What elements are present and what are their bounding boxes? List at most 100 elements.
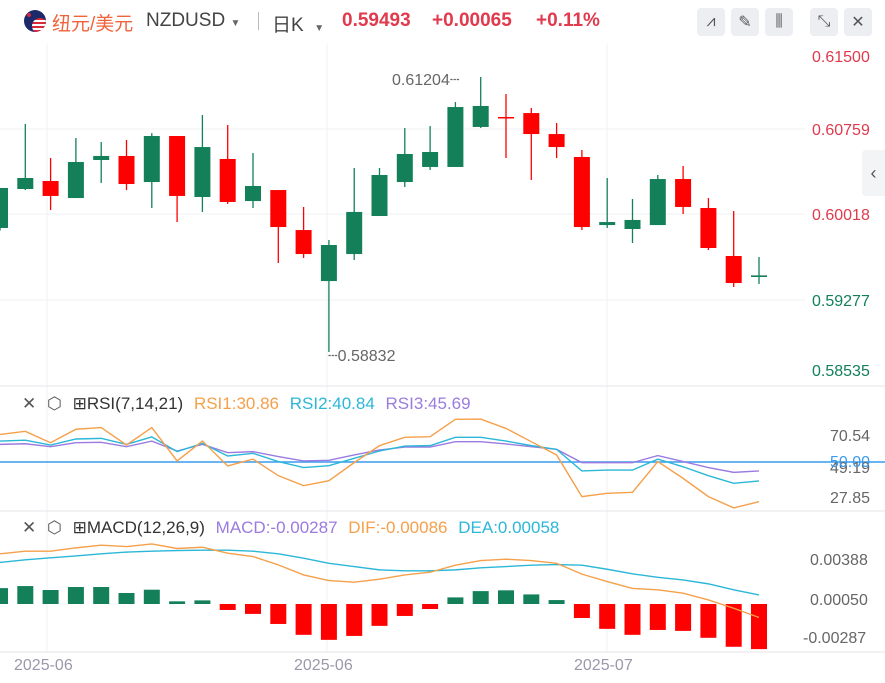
macd-histogram-bar <box>573 604 590 618</box>
price-axis-label: 0.61500 <box>812 49 870 66</box>
macd-histogram-bar <box>143 589 160 604</box>
candle-body <box>624 219 641 229</box>
settings-icon[interactable]: ⬡ <box>47 518 62 537</box>
period-selector[interactable]: 日K ▼ <box>272 10 324 37</box>
macd-axis-label: -0.00287 <box>803 630 867 647</box>
candle-body <box>346 211 363 255</box>
rsi2-value: RSI2:40.84 <box>289 394 375 413</box>
close-icon[interactable]: ✕ <box>22 394 36 413</box>
candle <box>346 168 363 260</box>
candle <box>700 198 717 250</box>
candle-type-button[interactable]: ⫼ <box>765 8 793 36</box>
macd-title: MACD(12,26,9) <box>86 518 205 537</box>
price-change-pct: +0.11% <box>536 10 600 31</box>
symbol-label: NZDUSD <box>146 10 226 31</box>
macd-histogram-bar <box>194 600 211 604</box>
macd-axis-label: 0.00050 <box>810 592 868 609</box>
candle-body <box>245 185 261 202</box>
candle <box>422 126 439 170</box>
candle <box>245 153 261 209</box>
macd-histogram-bar <box>320 604 337 640</box>
collapse-icon: ⤡ <box>817 13 831 30</box>
macd-histogram-bar <box>17 586 34 604</box>
candle-body <box>295 230 312 255</box>
macd-histogram-bar <box>346 604 363 636</box>
macd-histogram-bar <box>700 604 717 638</box>
price-axis-label: 0.60018 <box>812 207 870 224</box>
macd-histogram-bar <box>42 590 59 604</box>
candle <box>725 211 742 287</box>
dea-line <box>0 549 760 596</box>
macd-histogram-bar <box>396 604 413 616</box>
candle <box>143 133 160 209</box>
rsi-axis-mid: 50.00 <box>830 454 871 471</box>
candle <box>396 128 413 188</box>
candle-body <box>649 179 666 226</box>
candle <box>447 102 464 167</box>
candle <box>0 187 8 231</box>
candle <box>42 158 59 210</box>
candle <box>371 168 388 217</box>
candle-body <box>523 113 540 135</box>
chevron-left-icon: ‹ <box>870 162 877 183</box>
dea-value: DEA:0.00058 <box>458 518 560 537</box>
candle-body <box>422 152 439 167</box>
candle <box>472 77 489 129</box>
side-panel-toggle[interactable]: ‹ <box>862 150 885 196</box>
chevron-down-icon: ▼ <box>230 18 241 29</box>
candle <box>649 174 666 226</box>
macd-histogram-bar <box>472 591 489 604</box>
rsi-header: ✕ ⬡ ⊞RSI(7,14,21) RSI1:30.86 RSI2:40.84 … <box>22 394 471 414</box>
candle-body <box>396 153 413 183</box>
expand-icon[interactable]: ⊞ <box>73 518 87 537</box>
price-axis-label: 0.60759 <box>812 122 870 139</box>
candle-body <box>498 117 514 119</box>
macd-axis-label: 0.00388 <box>810 552 868 569</box>
close-button[interactable]: ✕ <box>844 8 872 36</box>
rsi-axis-max: 70.54 <box>830 428 871 445</box>
macd-histogram-bar <box>649 604 666 630</box>
macd-histogram-bar <box>270 604 287 624</box>
macd-histogram-bar <box>295 604 312 635</box>
price-axis-label: 0.59277 <box>812 293 870 310</box>
macd-histogram-bar <box>624 604 641 635</box>
draw-button[interactable]: ✎ <box>731 8 759 36</box>
chart-canvas[interactable] <box>0 0 885 683</box>
draw-icon: ✎ <box>738 14 752 31</box>
candle-body <box>725 256 742 284</box>
pair-name-cn: 纽元/美元 <box>52 14 134 35</box>
rsi1-value: RSI1:30.86 <box>193 394 279 413</box>
expand-icon[interactable]: ⊞ <box>73 394 87 413</box>
macd-histogram-bar <box>422 604 439 610</box>
macd-histogram-bar <box>67 587 84 604</box>
rsi-title: RSI(7,14,21) <box>86 394 184 413</box>
candle <box>548 123 565 159</box>
candle-body <box>93 155 110 161</box>
indicator-icon: ⩘ <box>706 13 716 30</box>
macd-histogram-bar <box>219 604 236 610</box>
macd-histogram-bar <box>0 588 8 604</box>
candle-body <box>270 190 287 228</box>
candle-body <box>675 179 692 207</box>
high-annotation: 0.61204┄ <box>392 72 460 89</box>
macd-histogram-bar <box>599 604 616 629</box>
collapse-button[interactable]: ⤡ <box>810 8 838 36</box>
candle-body <box>751 275 767 277</box>
settings-icon[interactable]: ⬡ <box>47 394 62 413</box>
macd-histogram-bar <box>751 604 767 650</box>
candle <box>118 139 135 191</box>
indicator-button[interactable]: ⩘ <box>697 8 725 36</box>
candle <box>675 166 692 215</box>
macd-histogram-bar <box>169 601 186 604</box>
candle <box>599 177 616 228</box>
macd-histogram-bar <box>447 597 464 604</box>
chart-header: 纽元/美元 NZDUSD ▼ 日K ▼ 0.59493 +0.00065 +0.… <box>0 0 885 44</box>
period-label: 日K <box>272 15 304 36</box>
symbol-selector[interactable]: NZDUSD ▼ <box>146 10 240 32</box>
macd-histogram-bar <box>245 604 261 614</box>
close-icon[interactable]: ✕ <box>22 518 36 537</box>
macd-histogram-bar <box>498 590 514 604</box>
candle-body <box>118 155 135 185</box>
macd-histogram-bar <box>371 604 388 626</box>
candle <box>67 137 84 199</box>
